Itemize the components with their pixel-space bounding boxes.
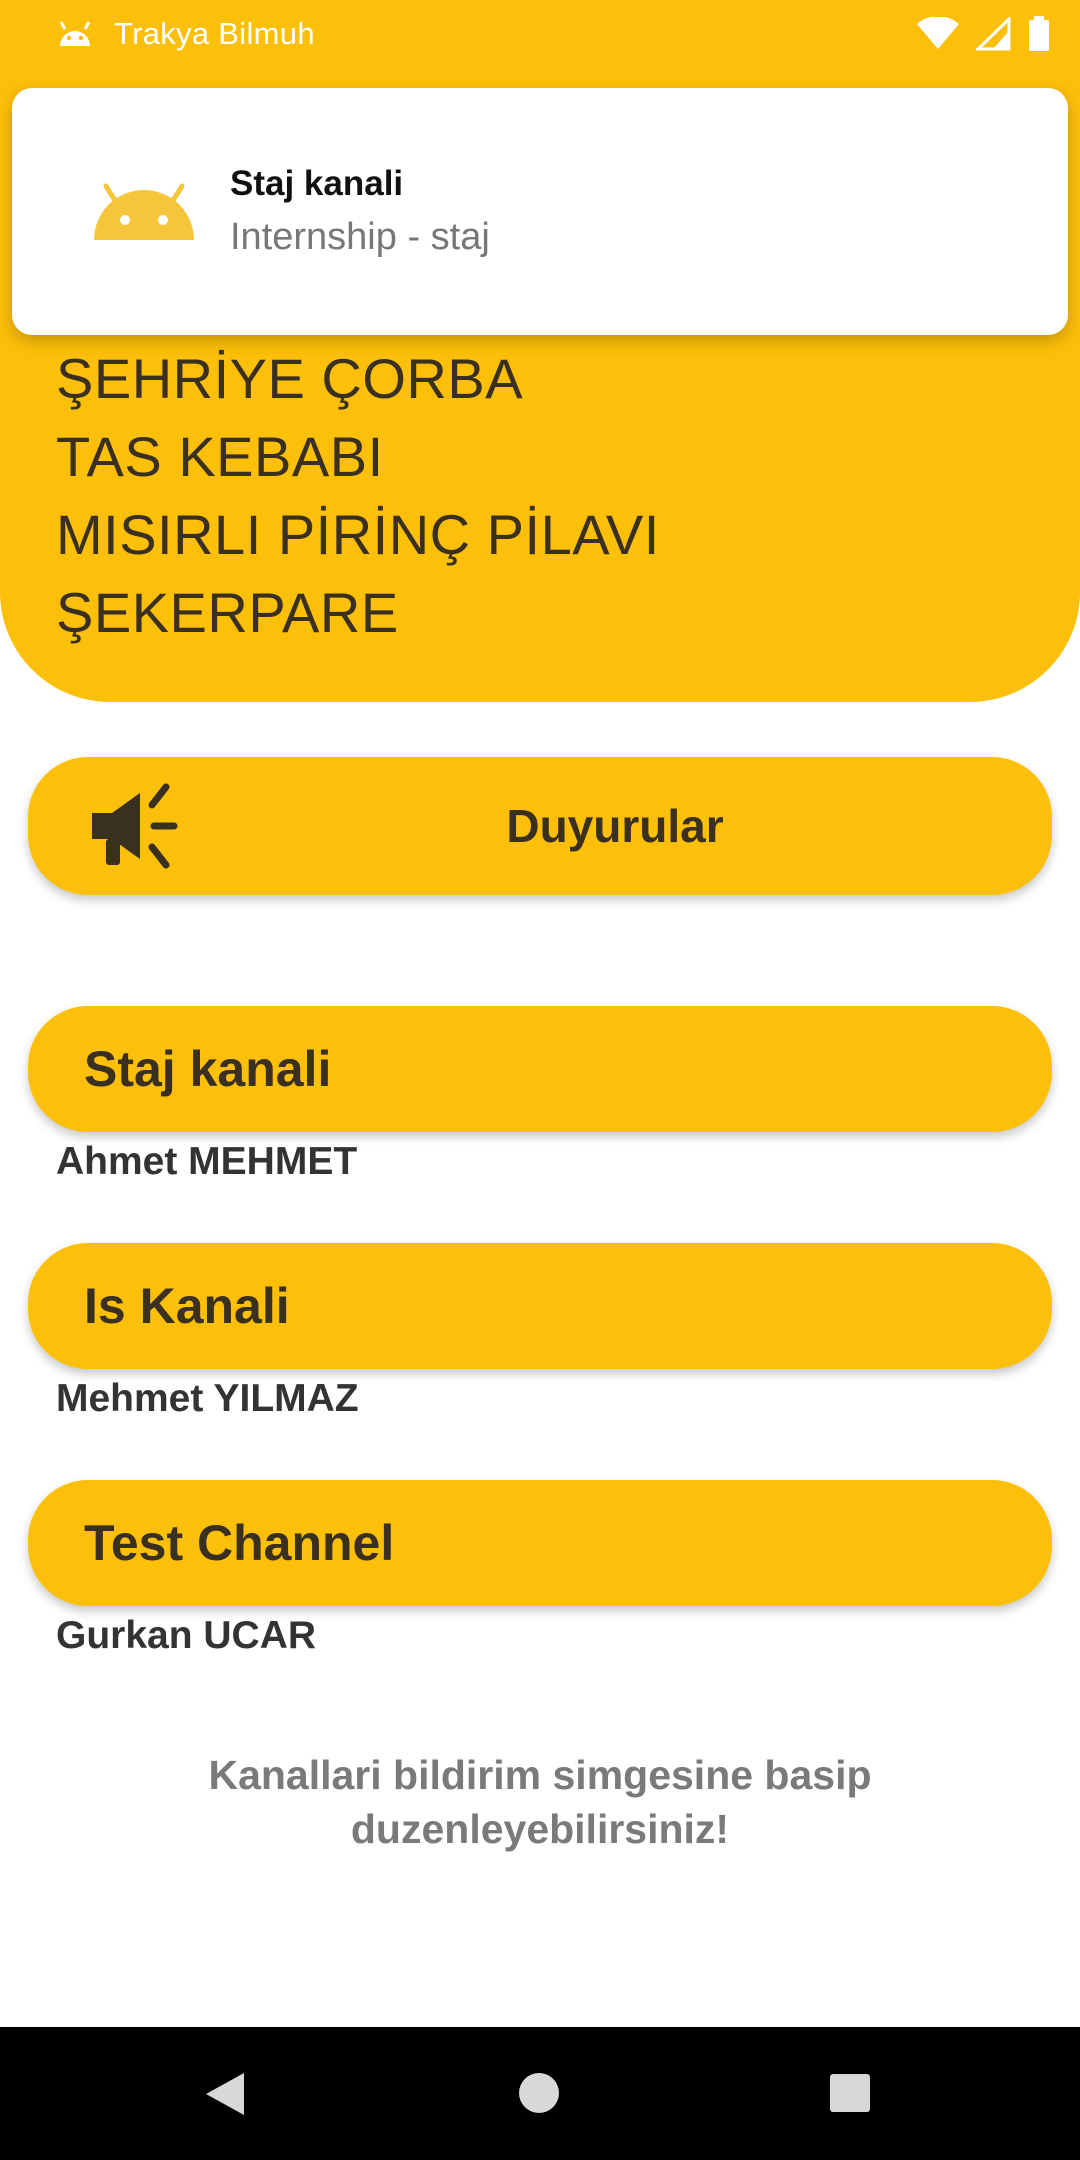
channel-button-is[interactable]: Is Kanali [28, 1243, 1052, 1369]
channel-owner: Mehmet YILMAZ [56, 1377, 359, 1420]
notification-body: Internship - staj [230, 216, 490, 258]
hint-line: Kanallari bildirim simgesine basip [208, 1752, 872, 1798]
app-screen: Trakya Bilmuh ŞEHRİYE ÇORBA TAS KEBABI M… [0, 0, 1080, 2160]
hint-line: duzenleyebilirsiniz! [350, 1806, 730, 1852]
recents-icon[interactable] [829, 2073, 871, 2113]
wifi-icon [916, 17, 960, 51]
hint-text: Kanallari bildirim simgesine basip duzen… [0, 1748, 1080, 1856]
battery-icon [1028, 16, 1050, 52]
android-icon [92, 182, 196, 242]
menu-item: MISIRLI PİRİNÇ PİLAVI [56, 503, 660, 566]
channel-button-staj[interactable]: Staj kanali [28, 1006, 1052, 1132]
channel-button-test[interactable]: Test Channel [28, 1480, 1052, 1606]
android-icon [56, 20, 94, 48]
notification-text: Staj kanali Internship - staj [230, 164, 490, 259]
heads-up-notification[interactable]: Staj kanali Internship - staj [12, 88, 1068, 335]
menu-item: ŞEHRİYE ÇORBA [56, 347, 524, 410]
signal-icon [976, 17, 1012, 51]
status-bar: Trakya Bilmuh [0, 0, 1080, 68]
notification-title: Staj kanali [230, 164, 404, 203]
navigation-bar [0, 2027, 1080, 2160]
announcements-button[interactable]: Duyurular [28, 757, 1052, 895]
channel-owner: Gurkan UCAR [56, 1614, 317, 1657]
status-app-name: Trakya Bilmuh [114, 16, 315, 51]
channel-owner: Ahmet MEHMET [56, 1140, 358, 1183]
back-icon[interactable] [204, 2071, 246, 2117]
megaphone-icon [90, 779, 184, 873]
menu-item: ŞEKERPARE [56, 581, 399, 644]
menu-item: TAS KEBABI [56, 425, 384, 488]
home-icon[interactable] [518, 2072, 560, 2114]
status-icons [916, 16, 1050, 52]
daily-menu: ŞEHRİYE ÇORBA TAS KEBABI MISIRLI PİRİNÇ … [56, 340, 660, 652]
